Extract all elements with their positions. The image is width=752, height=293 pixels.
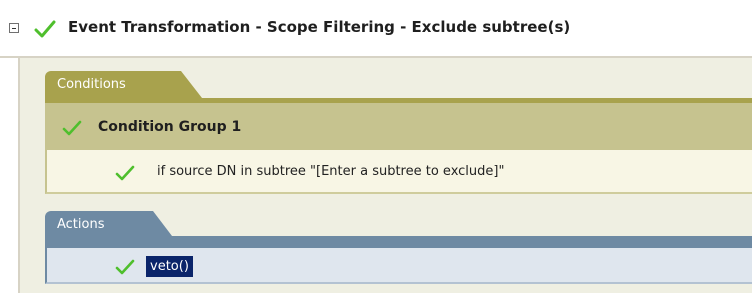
rule-title[interactable]: Event Transformation - Scope Filtering -…: [68, 18, 570, 36]
condition-item-text[interactable]: if source DN in subtree "[Enter a subtre…: [157, 164, 504, 179]
collapse-minus-icon[interactable]: [9, 23, 19, 33]
condition-group-title[interactable]: Condition Group 1: [98, 119, 241, 135]
check-icon: [34, 20, 56, 38]
check-icon: [62, 120, 82, 136]
check-icon: [115, 165, 135, 181]
actions-tab-label: Actions: [57, 217, 105, 232]
check-icon: [115, 259, 135, 275]
policy-rule-view: Event Transformation - Scope Filtering -…: [0, 0, 752, 293]
conditions-tab-label: Conditions: [57, 77, 126, 92]
actions-header-strip: [45, 236, 752, 248]
action-item-text[interactable]: veto(): [146, 256, 193, 277]
